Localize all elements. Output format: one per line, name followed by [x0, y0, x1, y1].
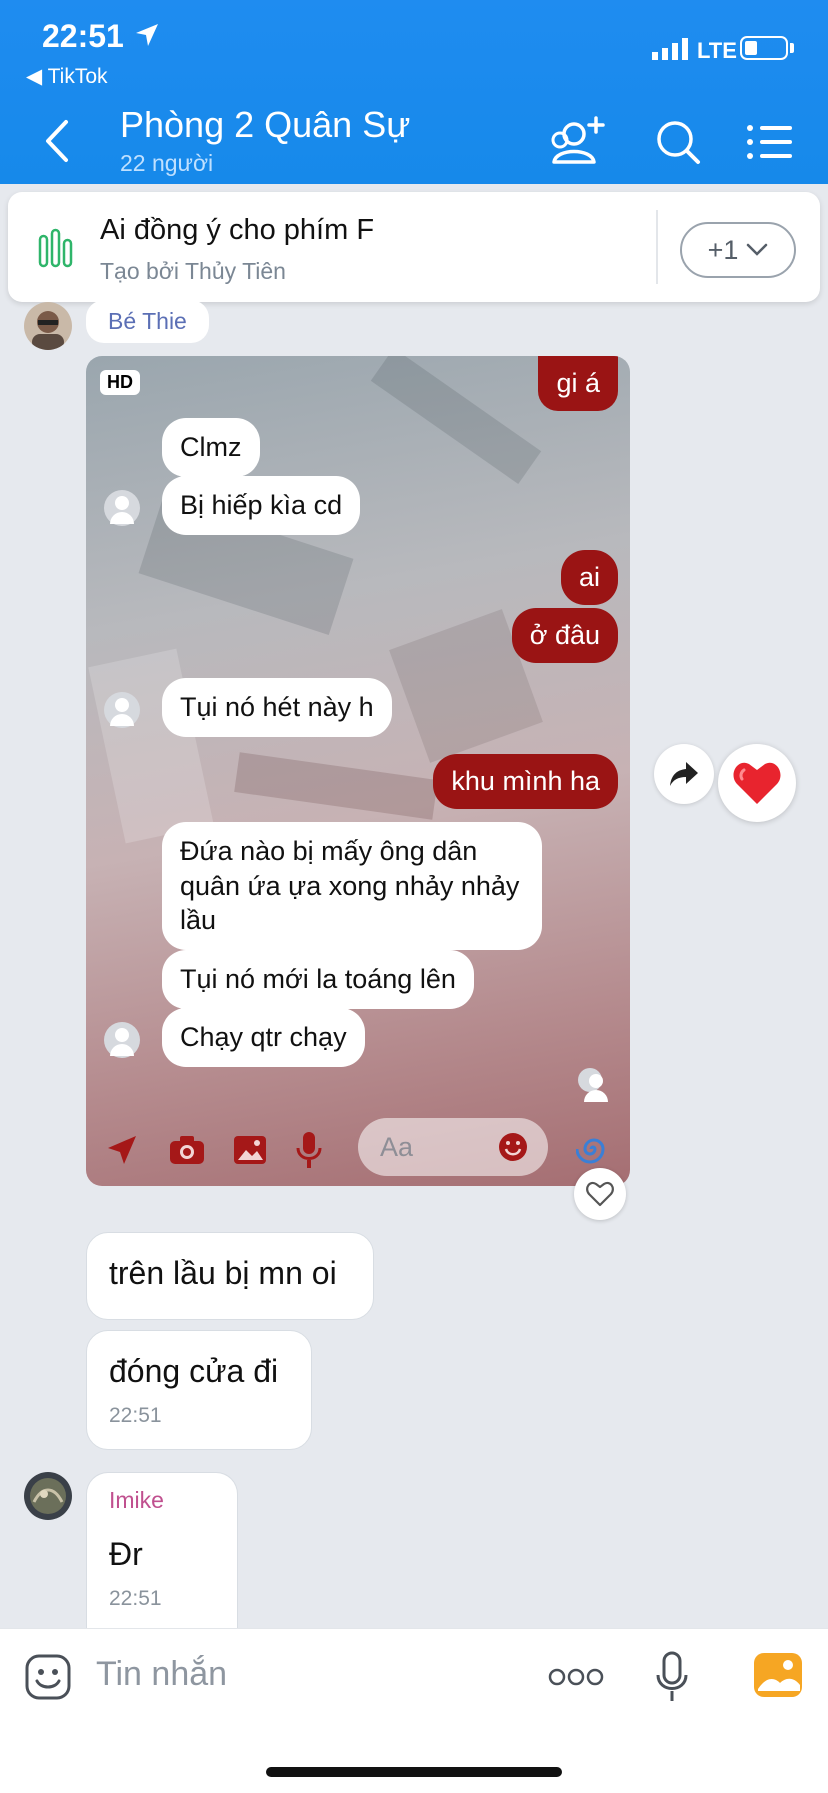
- poll-divider: [656, 210, 658, 284]
- image-texture: [370, 356, 542, 485]
- image-texture: [234, 752, 438, 820]
- group-title[interactable]: Phòng 2 Quân Sự: [120, 104, 410, 146]
- message-time: 22:51: [109, 1587, 162, 1610]
- embedded-in-bubble: Chạy qtr chạy: [162, 1008, 365, 1067]
- camera-icon: [170, 1136, 204, 1164]
- back-app-name: TikTok: [47, 65, 108, 88]
- embedded-in-bubble: Bị hiếp kìa cd: [162, 476, 361, 535]
- embedded-avatar: [104, 490, 140, 526]
- embedded-seen-avatar: [578, 1068, 608, 1102]
- status-time: 22:51: [42, 18, 124, 54]
- avatar[interactable]: [24, 1472, 72, 1520]
- more-options-icon[interactable]: [548, 1665, 604, 1689]
- battery-tip: [790, 43, 794, 53]
- microphone-icon: [296, 1132, 322, 1168]
- embedded-out-bubble: ai: [560, 550, 618, 605]
- message-bubble[interactable]: đóng cửa đi 22:51: [86, 1330, 312, 1450]
- forward-button[interactable]: [654, 744, 714, 804]
- back-arrow-icon[interactable]: [38, 116, 78, 166]
- message-text: trên lầu bị mn oi: [109, 1255, 337, 1291]
- back-to-app-link[interactable]: ◀ TikTok: [26, 64, 108, 89]
- poll-title: Ai đồng ý cho phím F: [100, 214, 375, 246]
- embedded-placeholder: Aa: [380, 1132, 414, 1162]
- image-picker-icon[interactable]: [752, 1651, 804, 1699]
- sticker-icon[interactable]: [24, 1653, 72, 1701]
- heart-outline-icon: [586, 1181, 614, 1207]
- message-text: Đr: [109, 1536, 143, 1572]
- microphone-icon[interactable]: [654, 1651, 690, 1703]
- forward-arrow-icon: [670, 762, 698, 786]
- embedded-avatar: [104, 1022, 140, 1058]
- message-input[interactable]: Tin nhắn: [96, 1655, 227, 1694]
- network-type: LTE: [697, 38, 737, 63]
- react-button[interactable]: [574, 1168, 626, 1220]
- gallery-icon: [234, 1136, 266, 1164]
- sender-name: Imike: [109, 1487, 164, 1513]
- signal-icon: [652, 38, 688, 60]
- chevron-down-icon: [747, 243, 768, 256]
- sender-name: Bé Thie: [86, 300, 209, 343]
- embedded-message-field: Aa: [358, 1118, 548, 1176]
- message-input-bar: Tin nhắn: [0, 1628, 828, 1793]
- message-time: 22:51: [109, 1404, 162, 1427]
- battery-icon: [740, 36, 788, 60]
- heart-icon: [733, 762, 781, 804]
- heart-reaction[interactable]: [718, 744, 796, 822]
- member-count: 22 người: [120, 150, 214, 176]
- avatar[interactable]: [24, 302, 72, 350]
- input-placeholder-text: Tin nhắn: [96, 1655, 228, 1693]
- pinned-poll-card[interactable]: Ai đồng ý cho phím F Tạo bởi Thủy Tiên +…: [8, 192, 820, 302]
- emoji-icon: [499, 1133, 527, 1161]
- message-bubble[interactable]: trên lầu bị mn oi: [86, 1232, 374, 1320]
- chat-header: 22:51 ◀ TikTok LTE Phòng 2 Quân Sự 22 ng…: [0, 0, 828, 184]
- send-location-icon: [108, 1136, 136, 1164]
- poll-chart-icon: [38, 228, 73, 268]
- location-arrow-icon: [136, 24, 158, 46]
- message-bubble[interactable]: Imike Đr 22:51: [86, 1472, 238, 1628]
- message-text: đóng cửa đi: [109, 1353, 279, 1389]
- poll-creator: Tạo bởi Thủy Tiên: [100, 258, 286, 284]
- poll-more-label: +1: [707, 234, 739, 265]
- spiral-icon: [576, 1138, 605, 1164]
- poll-expand-button[interactable]: +1: [680, 222, 796, 278]
- add-member-icon[interactable]: [546, 114, 608, 170]
- home-indicator: [266, 1767, 562, 1777]
- embedded-out-bubble: gi á: [538, 356, 618, 411]
- embedded-in-bubble: Tụi nó mới la toáng lên: [162, 950, 474, 1009]
- embedded-out-bubble: ở đâu: [511, 608, 618, 663]
- embedded-in-bubble: Tụi nó hét này h: [162, 678, 392, 737]
- image-message[interactable]: HD gi á Clmz Bị hiếp kìa cd ai ở đâu Tụi…: [86, 356, 630, 1186]
- embedded-out-bubble: khu mình ha: [433, 754, 618, 809]
- embedded-in-bubble: Clmz: [162, 418, 260, 477]
- embedded-in-bubble: Đứa nào bị mấy ông dân quân ứa ựa xong n…: [162, 822, 542, 950]
- menu-list-icon[interactable]: [740, 114, 802, 170]
- hd-badge: HD: [100, 370, 140, 395]
- search-icon[interactable]: [648, 114, 710, 170]
- embedded-avatar: [104, 692, 140, 728]
